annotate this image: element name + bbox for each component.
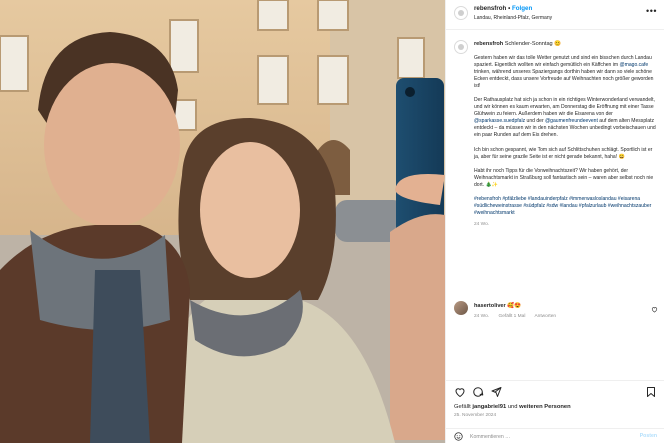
avatar-logo xyxy=(458,10,464,16)
comment-item: hasertoliver 🥰😍 24 Wo. Gefällt 1 Mal Ant… xyxy=(446,298,664,328)
emoji-icon[interactable] xyxy=(454,432,463,441)
comment-body: 🥰😍 xyxy=(507,303,522,309)
caption-paragraph-4: Habt ihr noch Tipps für die Vorweihnacht… xyxy=(474,167,654,188)
heart-icon[interactable] xyxy=(651,306,658,313)
liker-username[interactable]: jangabriel91 xyxy=(472,404,506,410)
likes-others-link[interactable]: weiteren Personen xyxy=(519,404,571,410)
comment-input[interactable] xyxy=(470,431,620,442)
post-side-panel: rebensfroh • Folgen Landau, Rheinland-Pf… xyxy=(445,0,664,443)
heart-icon[interactable] xyxy=(454,386,466,398)
hashtag-list[interactable]: #rebensfroh #pfälzliebe #landauinderpfal… xyxy=(474,196,658,217)
avatar-logo xyxy=(458,44,464,50)
share-icon[interactable] xyxy=(490,386,502,398)
add-comment-bar: Posten xyxy=(446,428,664,443)
post-photo xyxy=(0,0,445,443)
more-icon[interactable]: ••• xyxy=(646,7,657,16)
caption-area: rebensfroh Schlender-Sonntag 😊 Gestern h… xyxy=(446,30,664,380)
comment-icon[interactable] xyxy=(472,386,484,398)
caption-avatar[interactable] xyxy=(454,40,468,54)
follow-button[interactable]: Folgen xyxy=(512,5,532,12)
caption-title: Schlender-Sonntag 😊 xyxy=(504,41,562,47)
likes-mid: und xyxy=(506,404,520,410)
likes-prefix: Gefällt xyxy=(454,404,473,410)
caption-username[interactable]: rebensfroh xyxy=(474,41,503,47)
author-line: rebensfroh • Folgen xyxy=(474,5,532,12)
caption-timestamp: 24 Wo. xyxy=(474,221,490,227)
reply-button[interactable]: Antworten xyxy=(534,314,556,319)
mention-link[interactable]: @sparkasse.suedpfalz xyxy=(474,118,525,124)
comment-likes[interactable]: Gefällt 1 Mal xyxy=(498,314,525,319)
mention-link[interactable]: @mago.cafe xyxy=(620,62,649,68)
caption-paragraph-2: Der Rathausplatz hat sich ja schon in ei… xyxy=(474,97,658,139)
mention-link[interactable]: @gaumenfreundeevent xyxy=(545,118,598,124)
likes-summary: Gefällt jangabriel91 und weiteren Person… xyxy=(454,404,571,410)
caption-header: rebensfroh Schlender-Sonntag 😊 xyxy=(474,41,561,47)
post-header: rebensfroh • Folgen Landau, Rheinland-Pf… xyxy=(446,0,664,30)
comment-meta: 24 Wo. Gefällt 1 Mal Antworten xyxy=(474,314,564,319)
location-link[interactable]: Landau, Rheinland-Pfalz, Germany xyxy=(474,15,552,21)
caption-body: Gestern haben wir das tolle Wetter genut… xyxy=(474,55,658,228)
comment-text: hasertoliver 🥰😍 xyxy=(474,303,521,309)
post-actions: Gefällt jangabriel91 und weiteren Person… xyxy=(446,380,664,443)
commenter-username[interactable]: hasertoliver xyxy=(474,303,506,309)
bookmark-icon[interactable] xyxy=(645,386,657,398)
comment-timestamp: 24 Wo. xyxy=(474,314,490,319)
post-date: 25. November 2024 xyxy=(454,413,497,418)
caption-text: trinken, während unseres Spaziergangs do… xyxy=(474,69,654,90)
selfie-image xyxy=(0,0,445,443)
caption-paragraph-1: Gestern haben wir das tolle Wetter genut… xyxy=(474,55,658,90)
author-username[interactable]: rebensfroh xyxy=(474,5,506,12)
caption-paragraph-3: Ich bin schon gespannt, wie Tom sich auf… xyxy=(474,146,653,160)
commenter-avatar[interactable] xyxy=(454,301,468,315)
author-avatar[interactable] xyxy=(454,6,468,20)
caption-text: und der xyxy=(525,118,546,125)
caption-text: Der Rathausplatz hat sich ja schon in ei… xyxy=(474,97,655,118)
post-comment-button[interactable]: Posten xyxy=(640,433,657,439)
